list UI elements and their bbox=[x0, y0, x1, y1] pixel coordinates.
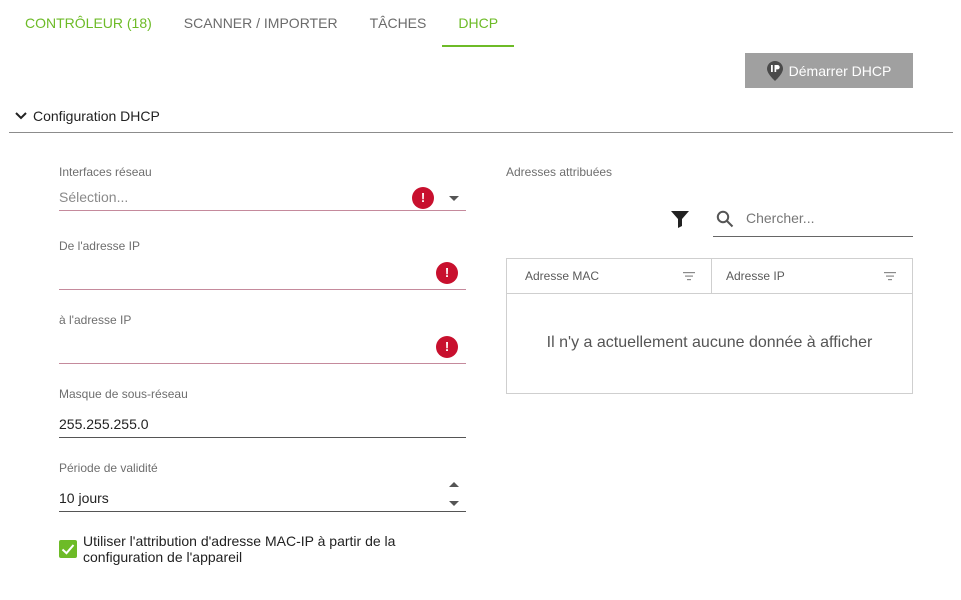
interfaces-label: Interfaces réseau bbox=[59, 165, 152, 179]
column-header-mac[interactable]: Adresse MAC bbox=[507, 259, 711, 293]
search-box bbox=[713, 201, 913, 237]
error-icon: ! bbox=[436, 262, 458, 284]
column-ip-label: Adresse IP bbox=[726, 269, 785, 283]
error-icon: ! bbox=[412, 187, 434, 209]
tab-controleur[interactable]: CONTRÔLEUR (18) bbox=[9, 0, 168, 47]
validity-label: Période de validité bbox=[59, 461, 158, 475]
section-title: Configuration DHCP bbox=[33, 107, 160, 124]
validity-stepper[interactable]: 10 jours bbox=[59, 482, 466, 512]
mac-ip-checkbox-label: Utiliser l'attribution d'adresse MAC-IP … bbox=[83, 533, 396, 565]
to-ip-label: à l'adresse IP bbox=[59, 313, 132, 327]
interfaces-field: Interfaces réseau Sélection... ! bbox=[59, 165, 466, 217]
chevron-down-icon bbox=[9, 102, 33, 130]
assigned-addresses-table: Adresse MAC Adresse IP Il n'y a actuelle… bbox=[506, 258, 913, 394]
search-input[interactable] bbox=[746, 207, 906, 229]
table-header: Adresse MAC Adresse IP bbox=[507, 259, 912, 294]
sort-lines-icon[interactable] bbox=[683, 271, 695, 281]
filter-icon[interactable] bbox=[670, 209, 690, 229]
start-dhcp-label: Démarrer DHCP bbox=[788, 62, 892, 79]
dropdown-arrow-icon[interactable] bbox=[449, 196, 459, 201]
decrement-arrow-icon[interactable] bbox=[449, 501, 459, 506]
empty-table-message: Il n'y a actuellement aucune donnée à af… bbox=[546, 334, 873, 351]
tab-dhcp[interactable]: DHCP bbox=[442, 0, 514, 47]
column-header-ip[interactable]: Adresse IP bbox=[711, 259, 912, 293]
error-icon: ! bbox=[436, 336, 458, 358]
increment-arrow-icon[interactable] bbox=[449, 482, 459, 487]
ip-pin-icon bbox=[766, 60, 783, 81]
tab-scanner-importer[interactable]: SCANNER / IMPORTER bbox=[168, 0, 354, 47]
interfaces-select[interactable]: Sélection... ! bbox=[59, 185, 466, 211]
start-dhcp-button[interactable]: Démarrer DHCP bbox=[745, 53, 913, 88]
validity-value: 10 jours bbox=[59, 490, 109, 506]
to-ip-input[interactable]: ! bbox=[59, 336, 466, 364]
search-icon bbox=[716, 210, 734, 228]
subnet-input[interactable]: 255.255.255.0 bbox=[59, 412, 466, 438]
subnet-label: Masque de sous-réseau bbox=[59, 387, 188, 401]
checkmark-icon bbox=[61, 544, 75, 555]
subnet-field: Masque de sous-réseau 255.255.255.0 bbox=[59, 387, 466, 439]
column-mac-label: Adresse MAC bbox=[525, 269, 600, 283]
from-ip-label: De l'adresse IP bbox=[59, 239, 140, 253]
to-ip-field: à l'adresse IP ! bbox=[59, 313, 466, 365]
section-toggle-dhcp-config[interactable]: Configuration DHCP bbox=[9, 99, 953, 133]
mac-ip-checkbox[interactable] bbox=[59, 540, 77, 558]
tab-bar: CONTRÔLEUR (18) SCANNER / IMPORTER TÂCHE… bbox=[9, 0, 514, 47]
assigned-addresses-label: Adresses attribuées bbox=[506, 165, 613, 179]
validity-field: Période de validité 10 jours bbox=[59, 461, 466, 513]
from-ip-field: De l'adresse IP ! bbox=[59, 239, 466, 291]
interfaces-placeholder: Sélection... bbox=[59, 189, 129, 205]
from-ip-input[interactable]: ! bbox=[59, 262, 466, 290]
sort-lines-icon[interactable] bbox=[884, 271, 896, 281]
tab-taches[interactable]: TÂCHES bbox=[354, 0, 443, 47]
